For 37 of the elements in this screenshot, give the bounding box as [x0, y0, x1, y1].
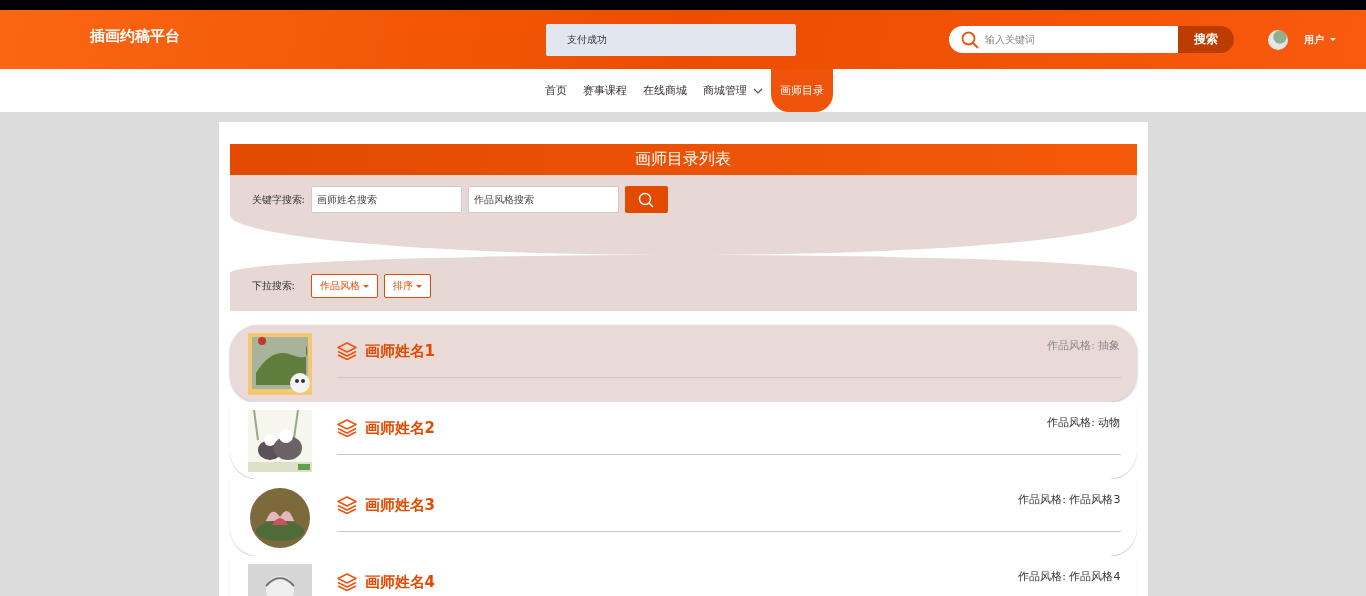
art-style-text: 作品风格: 动物: [1047, 414, 1121, 430]
input-field[interactable]: 作品风格搜索: [467, 186, 619, 213]
layers-icon: [336, 496, 357, 514]
field-label: 下拉搜索:: [251, 279, 295, 293]
nav-link[interactable]: 在线商城: [635, 69, 695, 112]
art-style-text: 作品风格: 作品风格4: [1018, 568, 1121, 584]
search-button[interactable]: [624, 186, 668, 213]
layers-icon: [336, 573, 357, 591]
nav-link[interactable]: 画师目录: [771, 69, 833, 112]
list-row[interactable]: 画师姓名2 作品风格: 动物: [229, 402, 1137, 479]
list-row[interactable]: 画师姓名3 作品风格: 作品风格3: [229, 479, 1137, 556]
dropdown-button[interactable]: 作品风格: [310, 274, 378, 298]
user-menu[interactable]: 用户: [1304, 32, 1324, 47]
layers-icon: [336, 342, 357, 360]
art-style-text: 作品风格: 抽象: [1047, 337, 1121, 353]
nav-link[interactable]: 首页: [537, 69, 575, 112]
list-row[interactable]: 画师姓名1 作品风格: 抽象: [229, 325, 1137, 402]
field-label: 关键字搜索:: [251, 193, 305, 207]
artist-name[interactable]: 画师姓名3: [364, 495, 435, 515]
artist-name[interactable]: 画师姓名4: [364, 572, 435, 592]
list-row[interactable]: 画师姓名4 作品风格: 作品风格4: [229, 556, 1137, 596]
search-button[interactable]: 搜索: [1178, 26, 1234, 53]
panel-title: 画师目录列表: [229, 144, 1137, 175]
nav-link[interactable]: 赛事课程: [575, 69, 635, 112]
input-field[interactable]: 画师姓名搜索: [310, 186, 462, 213]
site-logo[interactable]: 插画约稿平台: [90, 27, 546, 46]
artist-name[interactable]: 画师姓名2: [364, 418, 435, 438]
toast-message: 支付成功: [546, 23, 796, 56]
nav-link[interactable]: 商城管理: [695, 69, 771, 112]
search-icon: [638, 191, 655, 208]
avatar-icon[interactable]: [1268, 29, 1288, 50]
dropdown-button[interactable]: 排序: [383, 274, 431, 298]
search-field[interactable]: 输入关键词: [949, 26, 1178, 53]
art-style-text: 作品风格: 作品风格3: [1018, 491, 1121, 507]
caret-icon: [1330, 38, 1336, 41]
artist-name[interactable]: 画师姓名1: [364, 341, 435, 361]
layers-icon: [336, 419, 357, 437]
